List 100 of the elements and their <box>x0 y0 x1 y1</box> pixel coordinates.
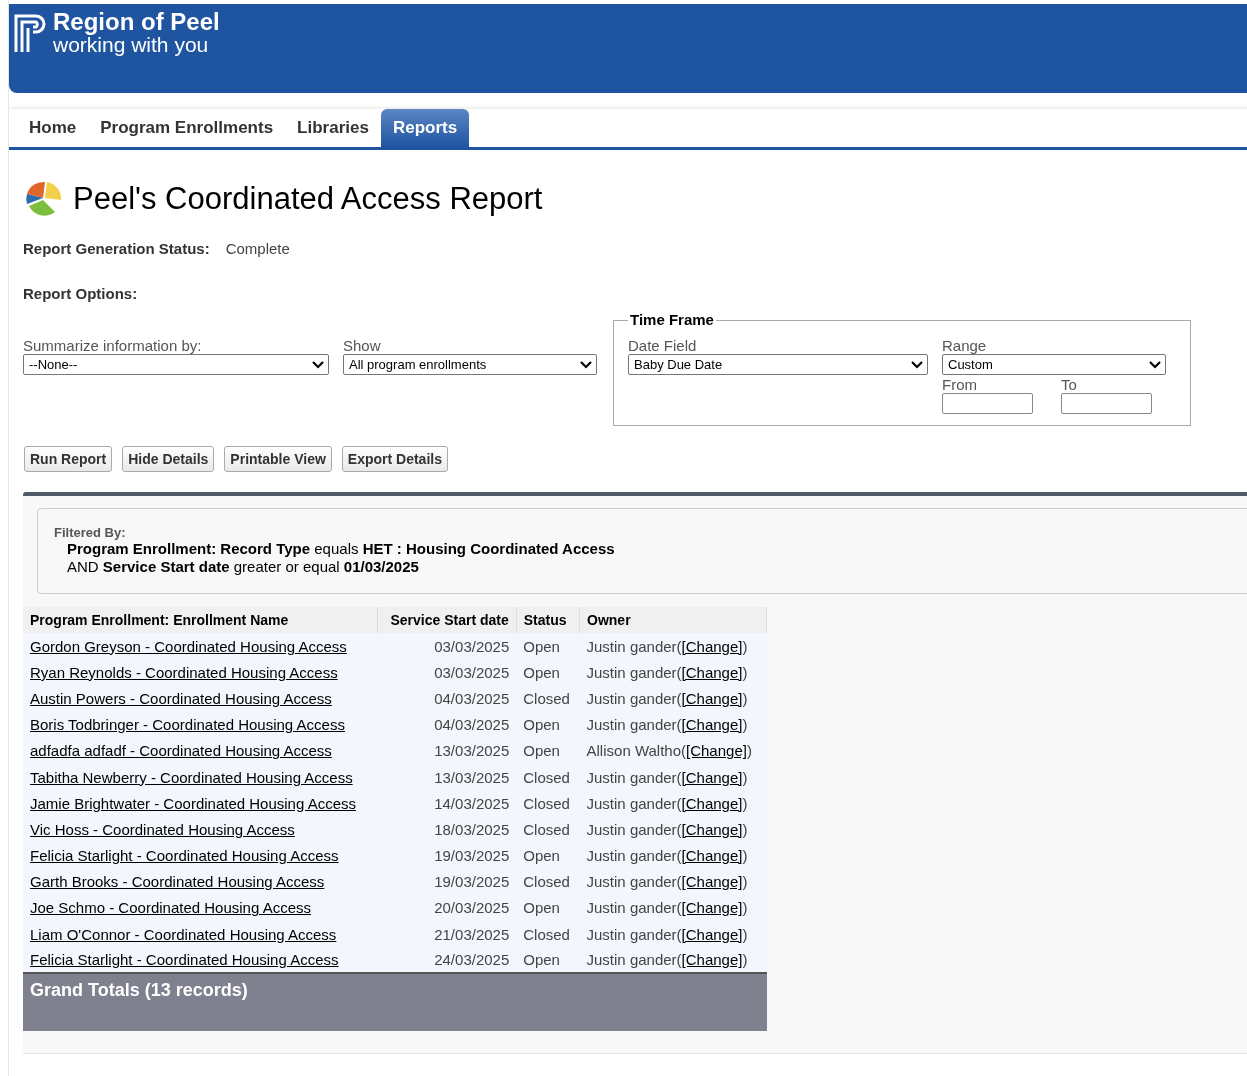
date-input[interactable] <box>1061 393 1152 414</box>
record-link[interactable]: Tabitha Newberry - Coordinated Housing Access <box>30 768 353 786</box>
caret-icon <box>911 360 923 369</box>
owner-cell: Justin gander([Change]) <box>579 868 767 895</box>
field-label: Show <box>343 337 382 354</box>
table-cell: 14/03/2025 <box>377 790 517 817</box>
filter-heading: Filtered By: <box>54 525 127 540</box>
field-label: Date Field <box>628 337 698 354</box>
table-cell: 04/03/2025 <box>377 685 517 712</box>
owner-cell: Justin gander([Change]) <box>579 633 767 660</box>
change-link[interactable]: [Change] <box>681 899 743 917</box>
owner-cell: Justin gander([Change]) <box>579 763 767 791</box>
table-cell: 19/03/2025 <box>377 868 517 895</box>
column-header: Owner <box>579 607 767 633</box>
field-label: Summarize information by: <box>23 337 203 354</box>
dropdown[interactable]: Custom <box>942 354 1166 375</box>
table-cell: Closed <box>516 816 580 843</box>
table-cell: Closed <box>516 685 580 712</box>
change-link[interactable]: [Change] <box>681 951 743 969</box>
owner-cell: Justin gander([Change]) <box>579 685 767 712</box>
change-link[interactable]: [Change] <box>681 663 743 681</box>
options-heading: Report Options: <box>23 285 139 302</box>
nav-tab[interactable]: Program Enrollments <box>88 109 286 147</box>
filter-condition: Program Enrollment: Record Type equals HET : Housing Coordinated Access <box>66 540 616 558</box>
table-cell: 19/03/2025 <box>377 842 517 869</box>
record-link[interactable]: adfadfa adfadf - Coordinated Housing Access <box>30 742 332 760</box>
record-link[interactable]: Vic Hoss - Coordinated Housing Access <box>30 820 295 838</box>
change-link[interactable]: [Change] <box>681 873 743 891</box>
record-link[interactable]: Ryan Reynolds - Coordinated Housing Access <box>30 663 338 681</box>
table-cell: 21/03/2025 <box>377 921 517 948</box>
record-link[interactable]: Garth Brooks - Coordinated Housing Access <box>30 873 325 891</box>
table-cell: Closed <box>516 763 580 791</box>
page-title: Peel's Coordinated Access Report <box>73 181 543 217</box>
dropdown[interactable]: --None-- <box>23 354 329 375</box>
caret-icon <box>1149 360 1161 369</box>
change-link[interactable]: [Change] <box>681 794 743 812</box>
table-cell: Closed <box>516 868 580 895</box>
table-cell: Open <box>516 894 580 922</box>
owner-cell: Justin gander([Change]) <box>579 711 767 738</box>
change-link[interactable]: [Change] <box>681 637 743 655</box>
dropdown[interactable]: Baby Due Date <box>628 354 928 375</box>
filter-condition: AND Service Start date greater or equal 01/03/2025 <box>66 558 420 576</box>
owner-cell: Justin gander([Change]) <box>579 842 767 869</box>
group-legend: Time Frame <box>628 311 716 328</box>
table-cell: Open <box>516 947 580 974</box>
date-input[interactable] <box>942 393 1033 414</box>
change-link[interactable]: [Change] <box>681 820 743 838</box>
change-link[interactable]: [Change] <box>681 716 743 734</box>
owner-cell: Justin gander([Change]) <box>579 659 767 686</box>
table-cell: Open <box>516 842 580 869</box>
owner-cell: Justin gander([Change]) <box>579 947 767 974</box>
table-cell: Closed <box>516 921 580 948</box>
action-button[interactable]: Run Report <box>24 446 113 472</box>
table-cell: Open <box>516 659 580 686</box>
column-header: Program Enrollment: Enrollment Name <box>23 607 378 633</box>
table-cell: 24/03/2025 <box>377 947 517 974</box>
record-link[interactable]: Gordon Greyson - Coordinated Housing Access <box>30 637 347 655</box>
record-link[interactable]: Austin Powers - Coordinated Housing Access <box>30 689 332 707</box>
table-cell: Open <box>516 711 580 738</box>
field-label: From <box>942 376 978 393</box>
table-cell: 20/03/2025 <box>377 894 517 922</box>
table-cell: 13/03/2025 <box>377 763 517 791</box>
change-link[interactable]: [Change] <box>681 768 743 786</box>
column-header: Status <box>516 607 580 633</box>
owner-cell: Justin gander([Change]) <box>579 816 767 843</box>
record-link[interactable]: Felicia Starlight - Coordinated Housing Access <box>30 951 339 969</box>
change-link[interactable]: [Change] <box>681 689 743 707</box>
table-cell: 13/03/2025 <box>377 737 517 764</box>
nav-tab[interactable]: Home <box>17 109 89 147</box>
nav-tab[interactable]: Libraries <box>285 109 381 147</box>
record-link[interactable]: Felicia Starlight - Coordinated Housing Access <box>30 847 339 865</box>
caret-icon <box>580 360 592 369</box>
brand-name: Region of Peel <box>53 10 220 34</box>
record-link[interactable]: Liam O'Connor - Coordinated Housing Access <box>30 925 337 943</box>
status-label: Report Generation Status: <box>23 240 210 257</box>
table-cell: 03/03/2025 <box>377 633 517 660</box>
change-link[interactable]: [Change] <box>686 742 747 760</box>
table-cell: Closed <box>516 790 580 817</box>
nav-tab[interactable]: Reports <box>380 109 470 147</box>
owner-cell: Justin gander([Change]) <box>579 894 767 922</box>
table-cell: Open <box>516 633 580 660</box>
record-link[interactable]: Jamie Brightwater - Coordinated Housing Access <box>30 794 356 812</box>
owner-cell: Allison Waltho([Change]) <box>579 737 767 764</box>
owner-cell: Justin gander([Change]) <box>579 790 767 817</box>
dropdown[interactable]: All program enrollments <box>343 354 597 375</box>
table-cell: 03/03/2025 <box>377 659 517 686</box>
record-link[interactable]: Boris Todbringer - Coordinated Housing Access <box>30 716 345 734</box>
action-button[interactable]: Export Details <box>341 446 448 472</box>
table-cell: Open <box>516 737 580 764</box>
table-cell: 04/03/2025 <box>377 711 517 738</box>
owner-cell: Justin gander([Change]) <box>579 921 767 948</box>
change-link[interactable]: [Change] <box>681 847 743 865</box>
change-link[interactable]: [Change] <box>681 925 743 943</box>
field-label: To <box>1061 376 1078 393</box>
column-header: Service Start date <box>377 607 517 633</box>
caret-icon <box>312 360 324 369</box>
brand-tagline: working with you <box>53 34 210 56</box>
action-button[interactable]: Hide Details <box>122 446 215 472</box>
record-link[interactable]: Joe Schmo - Coordinated Housing Access <box>30 899 311 917</box>
action-button[interactable]: Printable View <box>224 446 332 472</box>
